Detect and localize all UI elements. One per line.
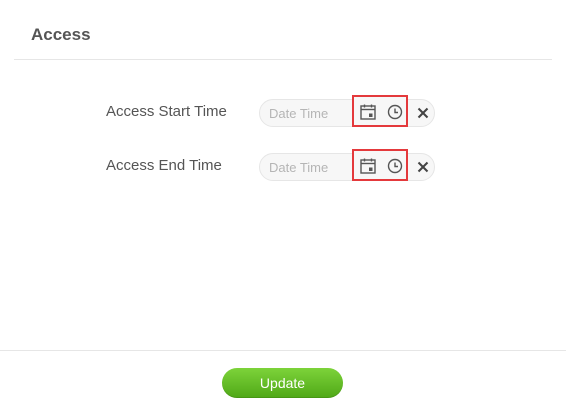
calendar-icon[interactable] (358, 156, 378, 176)
access-start-time-picker-buttons (352, 95, 408, 127)
calendar-icon[interactable] (358, 102, 378, 122)
access-end-time-input[interactable] (261, 155, 351, 179)
close-icon (417, 107, 429, 119)
access-start-time-input[interactable] (261, 101, 351, 125)
access-start-time-field (259, 99, 435, 127)
panel-header: Access (0, 0, 566, 60)
access-end-time-field (259, 153, 435, 181)
footer-divider (0, 350, 566, 351)
panel-title: Access (31, 25, 91, 44)
clock-icon[interactable] (385, 156, 405, 176)
access-start-time-row: Access Start Time (0, 95, 566, 131)
update-button[interactable]: Update (222, 368, 343, 398)
access-start-time-clear-button[interactable] (414, 104, 432, 122)
access-end-time-label: Access End Time (106, 157, 222, 174)
access-end-time-picker-buttons (352, 149, 408, 181)
access-end-time-clear-button[interactable] (414, 158, 432, 176)
header-divider (14, 59, 552, 60)
access-end-time-row: Access End Time (0, 149, 566, 185)
clock-icon[interactable] (385, 102, 405, 122)
access-panel: Access Access Start Time Date Time Acces… (0, 0, 566, 416)
close-icon (417, 161, 429, 173)
access-start-time-label: Access Start Time (106, 103, 227, 120)
